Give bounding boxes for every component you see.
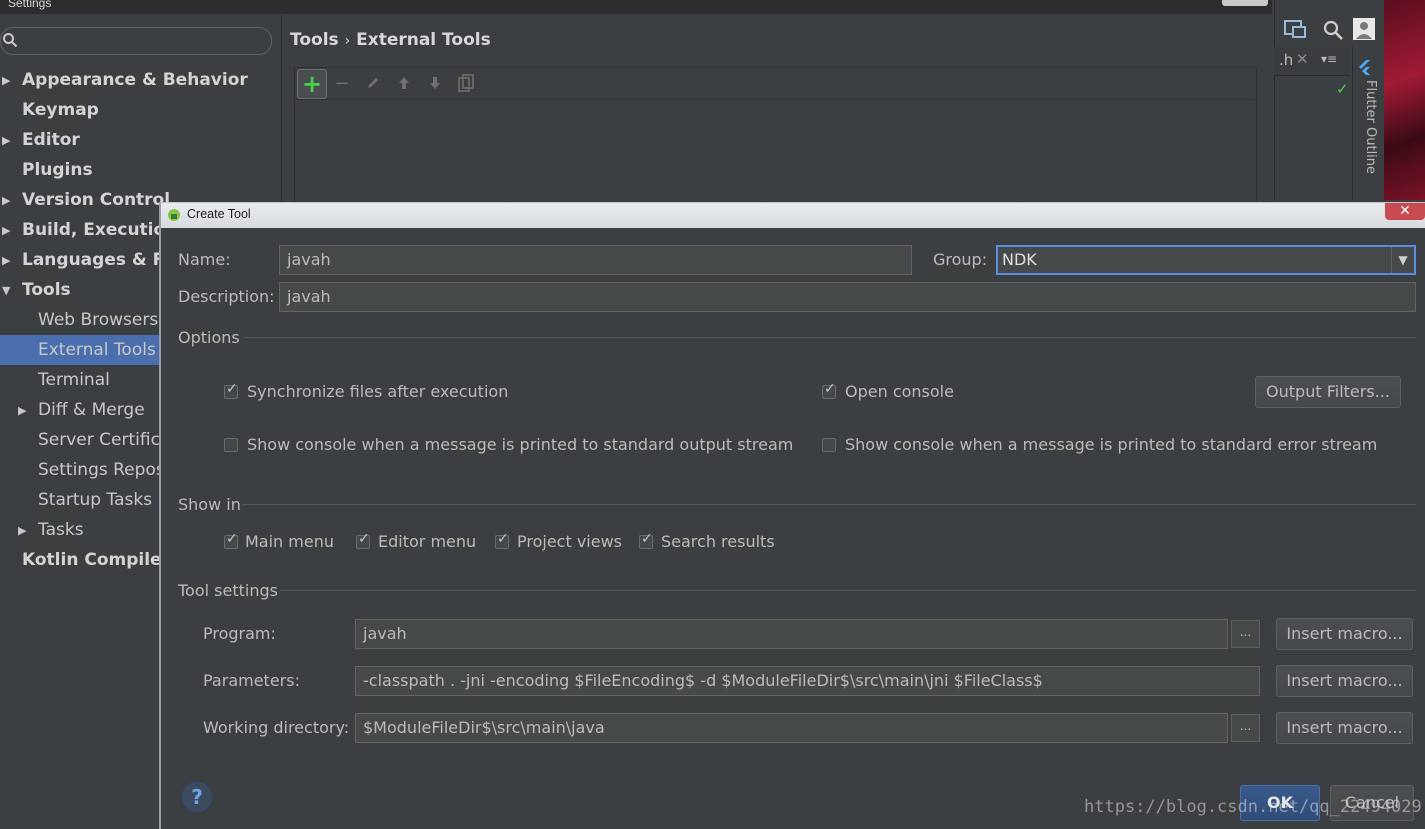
- working-directory-insert-macro-button[interactable]: Insert macro...: [1276, 712, 1413, 744]
- sidebar-item-settings-reposit[interactable]: Settings Reposit: [38, 455, 176, 485]
- close-tab-icon[interactable]: ✕: [1296, 50, 1309, 68]
- sidebar-item-version-control[interactable]: Version Control: [22, 185, 170, 215]
- edit-icon[interactable]: [359, 69, 387, 97]
- tool-settings-divider: [280, 590, 1416, 591]
- options-divider: [244, 337, 1416, 338]
- desktop-background: [1384, 0, 1425, 200]
- name-label: Name:: [178, 250, 231, 269]
- open-console-label[interactable]: Open console: [845, 382, 954, 401]
- name-field[interactable]: javah: [279, 245, 912, 275]
- show-console-stdout-label[interactable]: Show console when a message is printed t…: [247, 435, 793, 454]
- main-menu-checkbox[interactable]: [224, 531, 238, 549]
- main-menu-label[interactable]: Main menu: [245, 532, 334, 551]
- settings-titlebar: [0, 0, 1272, 14]
- settings-window-title: Settings: [8, 0, 52, 10]
- project-structure-icon[interactable]: [1283, 18, 1307, 40]
- group-value: NDK: [1002, 250, 1037, 269]
- sidebar-item-kotlin-compiler[interactable]: Kotlin Compiler: [22, 545, 170, 575]
- description-field[interactable]: javah: [279, 282, 1416, 312]
- editor-tab-label: .h: [1279, 51, 1294, 69]
- group-label: Group:: [933, 250, 988, 269]
- description-label: Description:: [178, 287, 275, 306]
- project-views-label[interactable]: Project views: [517, 532, 622, 551]
- chevron-right-icon[interactable]: ▶: [2, 134, 10, 147]
- options-header: Options: [178, 328, 240, 347]
- sidebar-item-editor[interactable]: Editor: [22, 125, 80, 155]
- search-results-checkbox[interactable]: [639, 531, 653, 549]
- tool-settings-header: Tool settings: [178, 581, 278, 600]
- sidebar-item-startup-tasks[interactable]: Startup Tasks: [38, 485, 152, 515]
- sidebar-item-terminal[interactable]: Terminal: [38, 365, 110, 395]
- program-label: Program:: [203, 624, 276, 643]
- move-up-icon[interactable]: [390, 69, 418, 97]
- move-down-icon[interactable]: [421, 69, 449, 97]
- program-browse-button[interactable]: ...: [1231, 620, 1260, 648]
- breadcrumb-parent[interactable]: Tools: [290, 30, 339, 50]
- chevron-down-icon[interactable]: ▼: [1391, 247, 1414, 273]
- add-icon[interactable]: +: [297, 69, 327, 99]
- user-avatar-icon[interactable]: [1353, 18, 1375, 40]
- show-in-header: Show in: [178, 495, 241, 514]
- project-views-checkbox[interactable]: [495, 531, 509, 549]
- sidebar-item-server-certificat[interactable]: Server Certificat: [38, 425, 177, 455]
- editor-menu-checkbox[interactable]: [356, 531, 370, 549]
- sidebar-item-appearance-behavior[interactable]: Appearance & Behavior: [22, 65, 248, 95]
- working-directory-browse-button[interactable]: ...: [1231, 714, 1260, 742]
- search-results-label[interactable]: Search results: [661, 532, 775, 551]
- open-console-checkbox[interactable]: [822, 381, 836, 399]
- parameters-label: Parameters:: [203, 671, 300, 690]
- search-icon: [3, 33, 18, 48]
- sync-files-checkbox[interactable]: [224, 381, 238, 399]
- show-console-stderr-label[interactable]: Show console when a message is printed t…: [845, 435, 1377, 454]
- flutter-outline-label[interactable]: Flutter Outline: [1348, 80, 1378, 174]
- dialog-titlebar: [161, 203, 1425, 228]
- working-directory-label: Working directory:: [203, 718, 350, 737]
- watermark: https://blog.csdn.net/qq_22494029: [1084, 797, 1422, 817]
- editor-tab[interactable]: .h ✕ ▾≡: [1274, 47, 1350, 76]
- show-console-stdout-checkbox[interactable]: [224, 438, 238, 452]
- sidebar-item-external-tools[interactable]: External Tools: [38, 335, 156, 365]
- program-field[interactable]: javah: [355, 619, 1228, 649]
- sidebar-item-diff-merge[interactable]: Diff & Merge: [38, 395, 145, 425]
- chevron-right-icon[interactable]: ▶: [2, 74, 10, 87]
- breadcrumb: Tools › External Tools: [290, 30, 491, 50]
- group-combobox[interactable]: NDK ▼: [996, 245, 1416, 275]
- program-insert-macro-button[interactable]: Insert macro...: [1276, 618, 1413, 650]
- parameters-insert-macro-button[interactable]: Insert macro...: [1276, 665, 1413, 697]
- breadcrumb-separator: ›: [344, 33, 351, 49]
- breadcrumb-current: External Tools: [356, 30, 491, 50]
- settings-close-button[interactable]: [1222, 0, 1268, 6]
- sidebar-item-tools[interactable]: Tools: [22, 275, 71, 305]
- chevron-right-icon[interactable]: ▶: [18, 404, 26, 417]
- chevron-right-icon[interactable]: ▶: [2, 254, 10, 267]
- sidebar-item-keymap[interactable]: Keymap: [22, 95, 99, 125]
- show-in-divider: [242, 504, 1416, 505]
- dialog-title: Create Tool: [187, 207, 251, 221]
- chevron-right-icon[interactable]: ▶: [2, 224, 10, 237]
- sidebar-item-web-browsers[interactable]: Web Browsers: [38, 305, 158, 335]
- sidebar-item-tasks[interactable]: Tasks: [38, 515, 84, 545]
- editor-menu-label[interactable]: Editor menu: [378, 532, 476, 551]
- search-everywhere-icon[interactable]: [1322, 19, 1344, 41]
- output-filters-button[interactable]: Output Filters...: [1255, 376, 1401, 408]
- check-mark-icon: ✓: [1336, 80, 1349, 98]
- tab-list-icon[interactable]: ▾≡: [1321, 52, 1337, 66]
- settings-search-input[interactable]: [0, 27, 272, 55]
- dialog-close-button[interactable]: ✕: [1385, 203, 1425, 220]
- show-console-stderr-checkbox[interactable]: [822, 438, 836, 452]
- android-studio-icon: [168, 209, 180, 221]
- flutter-icon: [1358, 60, 1372, 76]
- chevron-right-icon[interactable]: ▶: [18, 524, 26, 537]
- chevron-down-icon[interactable]: ▼: [2, 284, 10, 297]
- remove-icon[interactable]: −: [328, 69, 356, 97]
- copy-icon[interactable]: [452, 69, 480, 97]
- sidebar-item-plugins[interactable]: Plugins: [22, 155, 93, 185]
- parameters-field[interactable]: -classpath . -jni -encoding $FileEncodin…: [355, 666, 1260, 696]
- chevron-right-icon[interactable]: ▶: [2, 194, 10, 207]
- help-icon[interactable]: ?: [182, 782, 212, 812]
- working-directory-field[interactable]: $ModuleFileDir$\src\main\java: [355, 713, 1228, 743]
- sync-files-label[interactable]: Synchronize files after execution: [247, 382, 508, 401]
